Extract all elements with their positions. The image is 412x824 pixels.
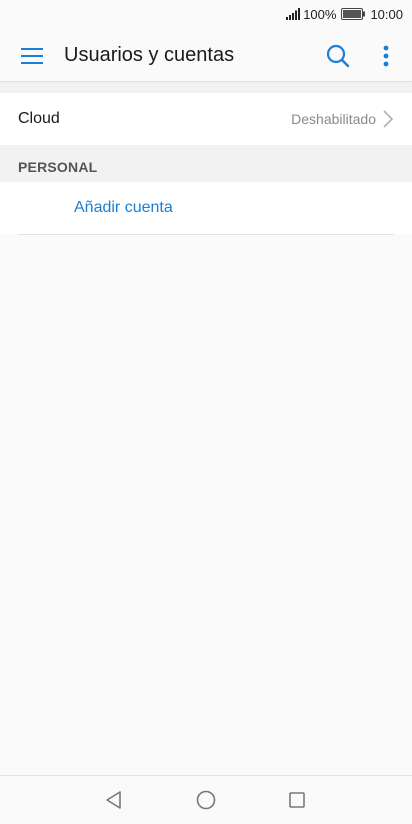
section-header-personal: PERSONAL	[0, 145, 412, 182]
battery-icon	[341, 8, 366, 20]
page-title: Usuarios y cuentas	[64, 44, 235, 66]
hamburger-menu-icon	[21, 48, 43, 64]
navigation-bar	[0, 775, 412, 824]
menu-button[interactable]	[12, 36, 52, 76]
app-bar: Usuarios y cuentas	[0, 28, 412, 82]
battery-percent: 100%	[303, 6, 337, 22]
more-options-button[interactable]	[366, 36, 406, 76]
recent-square-icon	[289, 792, 305, 808]
add-account-button[interactable]: Añadir cuenta	[0, 182, 412, 234]
cloud-label: Cloud	[18, 110, 60, 127]
cloud-row[interactable]: Cloud Deshabilitado	[0, 93, 412, 145]
status-time: 10:00	[370, 6, 403, 22]
nav-recent-button[interactable]	[279, 782, 315, 818]
status-bar: 100% 10:00	[0, 0, 412, 28]
search-icon	[326, 44, 350, 68]
chevron-right-icon	[383, 110, 394, 128]
cloud-status: Deshabilitado	[291, 111, 376, 127]
signal-icon	[286, 8, 301, 20]
top-spacer	[0, 83, 412, 93]
nav-home-button[interactable]	[188, 782, 224, 818]
back-triangle-icon	[106, 791, 121, 809]
home-circle-icon	[196, 790, 216, 810]
more-vertical-icon	[383, 45, 389, 67]
divider	[18, 234, 394, 235]
search-button[interactable]	[318, 36, 358, 76]
nav-back-button[interactable]	[96, 782, 132, 818]
add-account-label: Añadir cuenta	[74, 199, 173, 216]
